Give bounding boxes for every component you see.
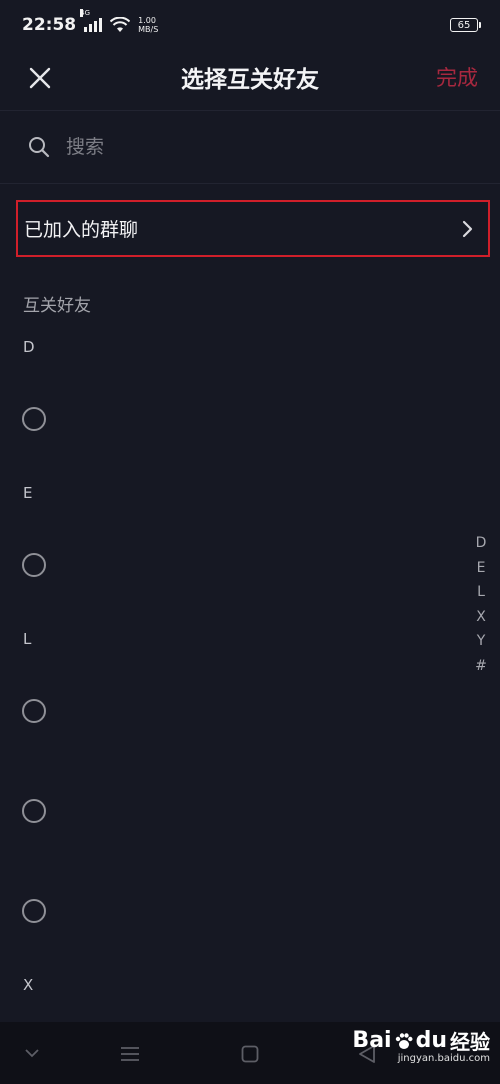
nav-header: 选择互关好友 完成: [0, 50, 500, 110]
page-title: 选择互关好友: [181, 67, 319, 93]
watermark-brand-cn: 经验: [450, 1030, 490, 1054]
collapse-chevron-icon[interactable]: [24, 1048, 40, 1058]
network-speed: 1.00 MB/S: [138, 16, 158, 34]
index-letter-x[interactable]: X: [476, 608, 486, 633]
status-bar: 22:58 4G 1.00 MB/S 65: [0, 0, 500, 50]
select-radio[interactable]: [22, 699, 46, 723]
watermark-url: jingyan.baidu.com: [397, 1053, 490, 1064]
select-radio[interactable]: [22, 899, 46, 923]
watermark-logo: Bai du 经验: [352, 1026, 490, 1055]
menu-icon[interactable]: [120, 1046, 140, 1062]
home-icon[interactable]: [241, 1045, 259, 1063]
index-letter-e[interactable]: E: [477, 559, 486, 584]
select-radio[interactable]: [22, 407, 46, 431]
letter-header-x: X: [23, 976, 34, 994]
friend-row[interactable]: [22, 691, 462, 731]
watermark-brand: Bai: [352, 1028, 392, 1053]
done-button[interactable]: 完成: [436, 62, 478, 92]
letter-header-l: L: [23, 630, 32, 648]
status-left: 22:58 4G 1.00 MB/S: [22, 9, 158, 35]
paw-icon: [395, 1032, 413, 1049]
letter-header-e: E: [23, 484, 33, 502]
search-icon: [29, 137, 50, 158]
friend-row[interactable]: [22, 891, 462, 931]
wifi-icon: [110, 17, 131, 32]
status-right: 65: [450, 18, 481, 32]
network-speed-unit: MB/S: [138, 25, 159, 34]
search-divider: [0, 183, 500, 184]
index-letter-d[interactable]: D: [476, 534, 487, 559]
select-radio[interactable]: [22, 553, 46, 577]
signal-icon: 4G: [80, 9, 103, 32]
status-time: 22:58: [22, 15, 77, 35]
mutual-friends-title: 互关好友: [23, 296, 91, 316]
friend-row[interactable]: [22, 791, 462, 831]
network-type: 4G: [80, 9, 91, 17]
search-input[interactable]: [64, 135, 448, 159]
index-letter-hash[interactable]: #: [475, 657, 487, 682]
select-radio[interactable]: [22, 799, 46, 823]
friend-row[interactable]: [22, 399, 462, 439]
close-icon: [29, 67, 51, 89]
watermark-brand-suffix: du: [415, 1028, 447, 1053]
network-speed-value: 1.00: [138, 16, 156, 25]
baidu-watermark: Bai du 经验 jingyan.baidu.com: [352, 1026, 490, 1064]
close-button[interactable]: [24, 62, 56, 94]
battery-level: 65: [457, 19, 471, 31]
joined-group-chats-row[interactable]: 已加入的群聊: [16, 200, 490, 257]
index-letter-l[interactable]: L: [477, 583, 485, 608]
index-letter-y[interactable]: Y: [477, 632, 486, 657]
battery-icon: 65: [450, 18, 481, 32]
friend-row[interactable]: [22, 545, 462, 585]
letter-header-d: D: [23, 338, 35, 356]
joined-group-chats-label: 已加入的群聊: [24, 219, 139, 241]
chevron-right-icon: [462, 220, 473, 237]
alphabet-index[interactable]: D E L X Y #: [473, 534, 489, 681]
search-bar[interactable]: [0, 111, 500, 183]
